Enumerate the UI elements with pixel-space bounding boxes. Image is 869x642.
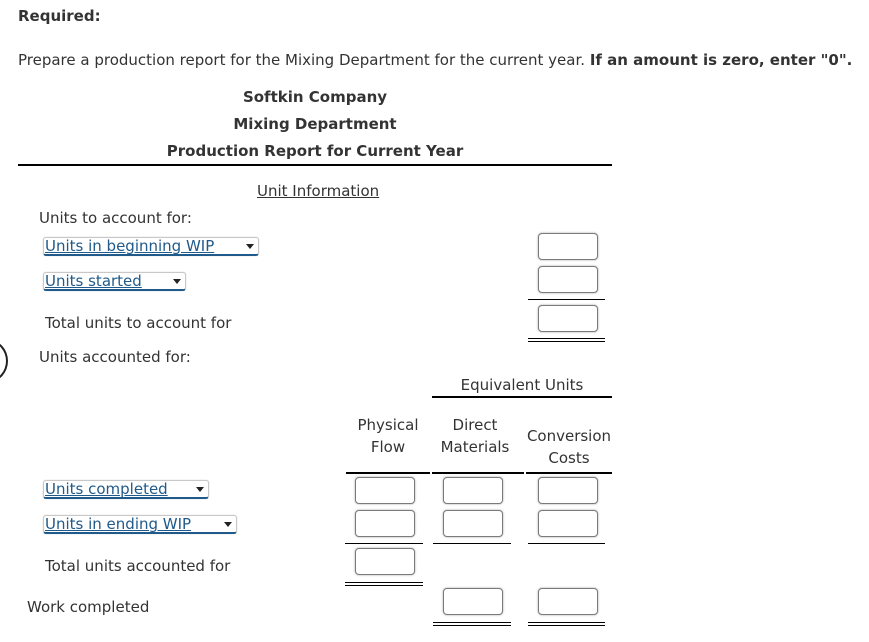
cc-subtotal-rule: [528, 543, 605, 544]
beginning-wip-input[interactable]: [538, 233, 598, 260]
instructions-bold: If an amount is zero, enter "0".: [589, 51, 853, 69]
conversion-costs-header: Conversion Costs: [522, 425, 616, 469]
chevron-down-icon: [173, 279, 181, 284]
equivalent-units-rule: [432, 396, 612, 398]
ending-wip-physical-input[interactable]: [355, 510, 415, 537]
company-name: Softkin Company: [242, 88, 388, 106]
dm-subtotal-rule: [433, 543, 511, 544]
units-completed-select[interactable]: Units completed: [43, 480, 209, 499]
physical-flow-header-line1: Physical: [357, 416, 419, 434]
work-completed-cc-input[interactable]: [538, 588, 598, 615]
units-completed-select-value: Units completed: [45, 480, 168, 498]
ending-wip-dm-input[interactable]: [443, 510, 503, 537]
ending-wip-cc-input[interactable]: [538, 510, 598, 537]
chevron-down-icon: [196, 487, 204, 492]
report-title: Production Report for Current Year: [166, 142, 464, 160]
instructions: Prepare a production report for the Mixi…: [18, 51, 852, 69]
title-rule: [18, 164, 612, 166]
total-double-rule: [528, 338, 605, 342]
units-to-account-for-label: Units to account for:: [39, 209, 192, 227]
cc-total-double-rule: [528, 622, 605, 626]
chevron-down-icon: [224, 522, 232, 527]
conversion-costs-rule: [526, 472, 612, 474]
total-units-to-account-input[interactable]: [538, 305, 598, 332]
physical-flow-header: Physical Flow: [346, 414, 430, 458]
units-started-input[interactable]: [538, 266, 598, 293]
work-completed-dm-input[interactable]: [443, 588, 503, 615]
required-heading: Required:: [18, 7, 101, 25]
ending-wip-select[interactable]: Units in ending WIP: [43, 515, 237, 534]
units-completed-dm-input[interactable]: [443, 477, 503, 504]
physical-flow-rule: [346, 472, 430, 474]
total-units-to-account-label: Total units to account for: [45, 314, 232, 332]
department-name: Mixing Department: [233, 115, 397, 133]
partial-circle-icon: [0, 340, 8, 382]
beginning-wip-select-value: Units in beginning WIP: [45, 237, 215, 255]
work-completed-label: Work completed: [27, 598, 150, 616]
unit-information-heading: Unit Information: [257, 182, 380, 200]
chevron-down-icon: [246, 244, 254, 249]
units-completed-physical-input[interactable]: [355, 477, 415, 504]
dm-total-double-rule: [433, 622, 511, 626]
beginning-wip-select[interactable]: Units in beginning WIP: [43, 237, 259, 256]
physical-flow-header-line2: Flow: [370, 438, 406, 456]
direct-materials-rule: [432, 472, 524, 474]
subtotal-rule: [528, 299, 605, 300]
total-units-accounted-label: Total units accounted for: [45, 557, 231, 575]
ending-wip-select-value: Units in ending WIP: [45, 515, 192, 533]
conversion-costs-header-line1: Conversion: [526, 427, 612, 445]
physical-total-double-rule: [345, 582, 423, 586]
units-started-select-value: Units started: [45, 272, 142, 290]
units-started-select[interactable]: Units started: [43, 272, 186, 291]
direct-materials-header-line2: Materials: [440, 438, 510, 456]
direct-materials-header: Direct Materials: [432, 414, 518, 458]
conversion-costs-header-line2: Costs: [548, 449, 590, 467]
equivalent-units-header: Equivalent Units: [460, 376, 584, 394]
physical-subtotal-rule: [345, 543, 423, 544]
direct-materials-header-line1: Direct: [452, 416, 498, 434]
total-units-accounted-input[interactable]: [355, 548, 415, 575]
units-accounted-for-label: Units accounted for:: [39, 348, 191, 366]
units-completed-cc-input[interactable]: [538, 477, 598, 504]
instructions-text: Prepare a production report for the Mixi…: [18, 51, 586, 69]
